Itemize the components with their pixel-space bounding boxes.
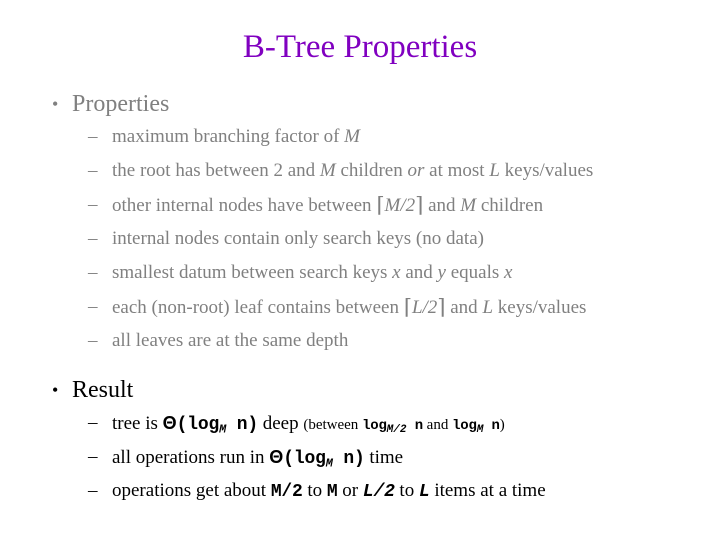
dash-bullet-icon: –	[88, 126, 98, 147]
list-item: – other internal nodes have between ⌈M/2⌉…	[0, 188, 720, 222]
list-item-label: tree is Θ(logM n) deep (between logM/2 n…	[112, 413, 505, 437]
dash-bullet-icon: –	[88, 446, 98, 467]
bullet-dot-icon: •	[52, 94, 59, 114]
bullet-group-properties: • Properties – maximum branching factor of …	[0, 88, 720, 358]
bullet-groups: • Properties – maximum branching factor of …	[0, 88, 720, 508]
list-item: – each (non-root) leaf contains between ⌈…	[0, 290, 720, 324]
bullet-group-result: • Result – tree is Θ(logM n) deep (between …	[0, 374, 720, 508]
list-item: – all operations run in Θ(logM n) time	[0, 440, 720, 474]
list-item-label: operations get about M/2 to M or L/2 to …	[112, 480, 546, 502]
bullet-heading-result: • Result	[0, 374, 720, 406]
list-item-label: smallest datum between search keys x and…	[112, 262, 513, 283]
page-title: B-Tree Properties	[242, 29, 478, 65]
list-item: – internal nodes contain only search keys…	[0, 222, 720, 256]
bullet-heading-properties: • Properties	[0, 88, 720, 120]
list-item-label: the root has between 2 and M children or…	[112, 160, 594, 181]
dash-bullet-icon: –	[88, 194, 98, 215]
list-item-label: other internal nodes have between ⌈M/2⌉ …	[112, 193, 544, 217]
dash-bullet-icon: –	[88, 330, 98, 351]
bullet-heading-label: Properties	[72, 91, 170, 117]
list-item-label: each (non-root) leaf contains between ⌈L…	[112, 295, 587, 319]
list-item: – tree is Θ(logM n) deep (between logM/2 …	[0, 406, 720, 440]
bullet-heading-label: Result	[72, 377, 134, 403]
slide-body: • Properties – maximum branching factor of …	[0, 88, 720, 508]
dash-bullet-icon: –	[88, 296, 98, 317]
bullet-dot-icon: •	[52, 380, 59, 400]
list-item-label: maximum branching factor of M	[112, 126, 360, 147]
list-item: – smallest datum between search keys x an…	[0, 256, 720, 290]
list-item: – operations get about M/2 to M or L/2 to…	[0, 474, 720, 508]
dash-bullet-icon: –	[88, 228, 98, 249]
list-item-label: internal nodes contain only search keys …	[112, 228, 484, 249]
dash-bullet-icon: –	[88, 262, 98, 283]
list-item: – maximum branching factor of M	[0, 120, 720, 154]
list-item-label: all leaves are at the same depth	[112, 330, 349, 351]
dash-bullet-icon: –	[88, 480, 98, 501]
list-item-label: all operations run in Θ(logM n) time	[112, 447, 404, 471]
list-item: – the root has between 2 and M children o…	[0, 154, 720, 188]
dash-bullet-icon: –	[88, 412, 98, 433]
slide: B-Tree Properties • Properties – maximum br…	[0, 0, 720, 540]
list-item: – all leaves are at the same depth	[0, 324, 720, 358]
dash-bullet-icon: –	[88, 160, 98, 181]
